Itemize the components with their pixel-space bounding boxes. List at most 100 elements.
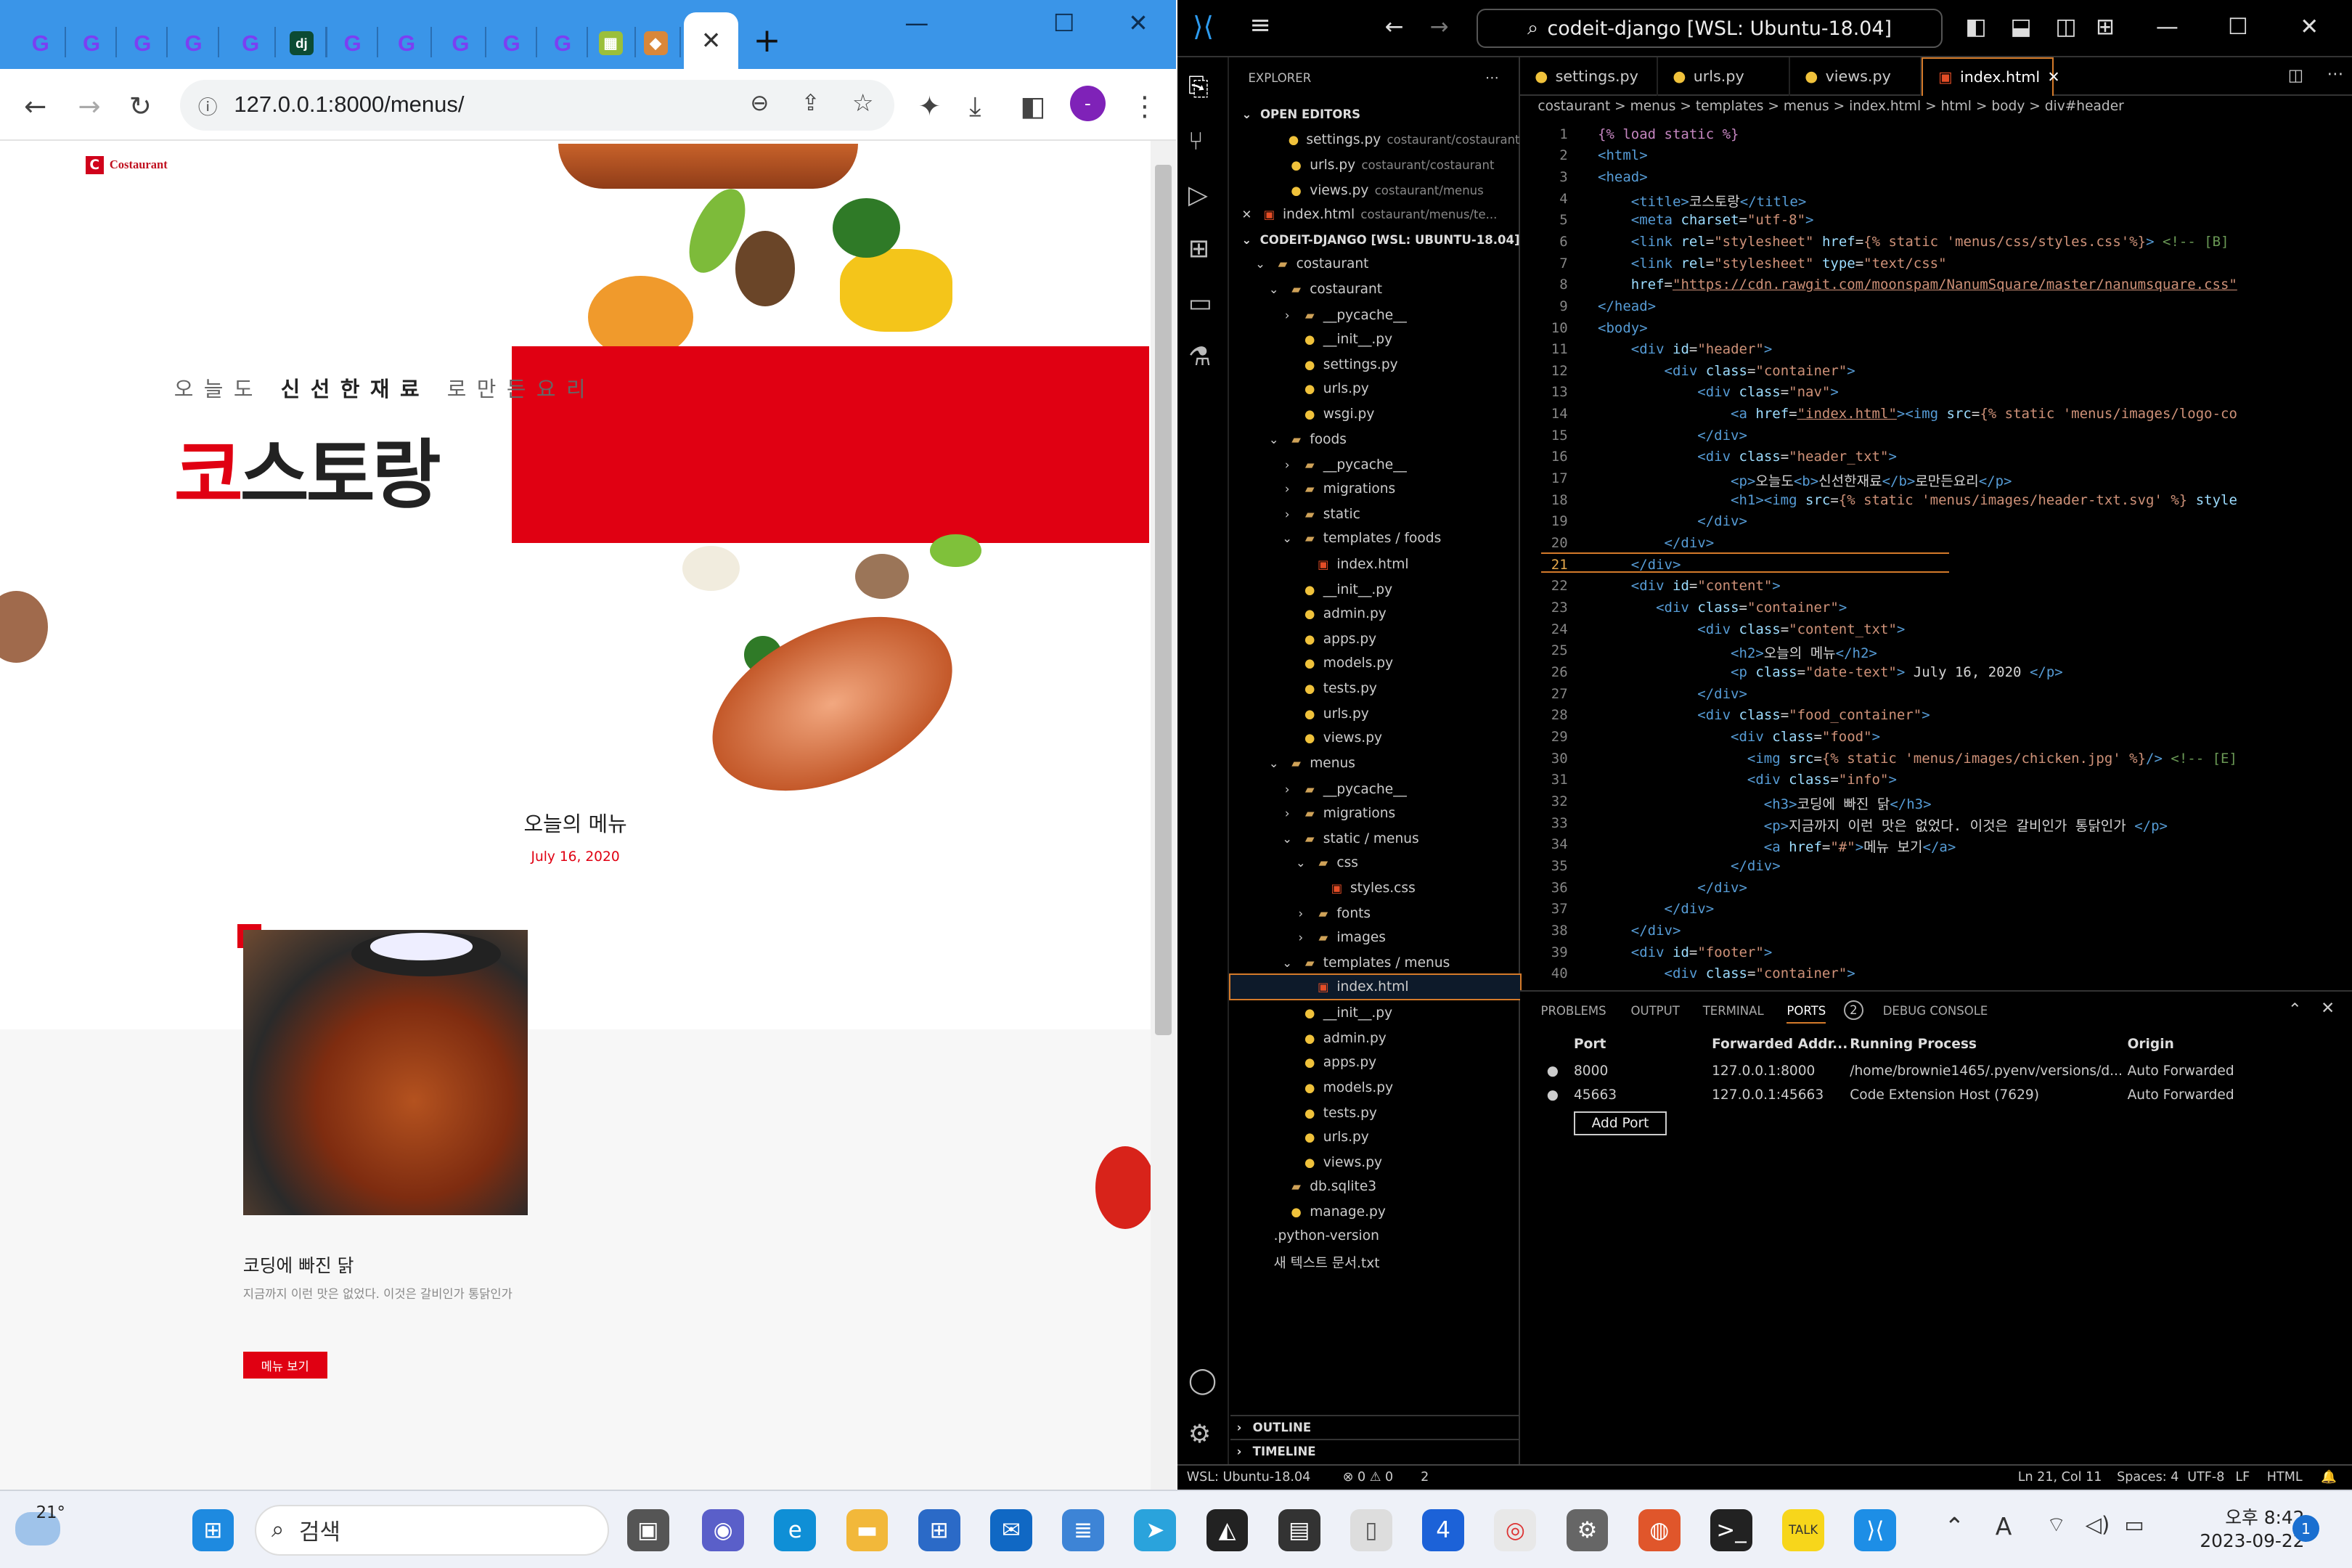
tree-item[interactable]: ⌄ ▰ templates / menus (1230, 951, 1520, 975)
command-center-search[interactable]: ⌕ codeit-django [WSL: Ubuntu-18.04] (1476, 9, 1943, 49)
browser-tab[interactable]: G (381, 18, 433, 69)
ubuntu-icon[interactable]: ◍ (1638, 1509, 1681, 1551)
port-cell-port[interactable]: 45663 (1574, 1087, 1617, 1103)
menu-kebab-icon[interactable]: ⋮ (1131, 90, 1158, 122)
panel-tab-output[interactable]: OUTPUT (1630, 1004, 1679, 1018)
tree-item[interactable]: ● tests.py (1230, 1101, 1520, 1125)
port-cell-origin[interactable]: Auto Forwarded (2128, 1087, 2234, 1103)
tree-item[interactable]: ● settings.py (1230, 353, 1520, 377)
settings-gear-icon[interactable]: ⚙ (1188, 1419, 1212, 1449)
tree-section-header[interactable]: ⌄ CODEIT-DJANGO [WSL: UBUNTU-18.04] (1230, 228, 1519, 252)
toggle-secondary-icon[interactable]: ◫ (2055, 14, 2076, 40)
tree-item[interactable]: ● urls.py (1230, 377, 1520, 401)
extensions-icon[interactable]: ✦ (918, 90, 941, 122)
tree-item[interactable]: .python-version (1230, 1224, 1520, 1248)
wifi-icon[interactable]: ⌔ (2046, 1512, 2066, 1538)
close-window-icon[interactable]: ✕ (2300, 14, 2319, 40)
tree-item[interactable]: › ▰ fonts (1230, 902, 1520, 926)
account-icon[interactable]: ◯ (1188, 1365, 1217, 1395)
tree-item[interactable]: › ▰ images (1230, 926, 1520, 950)
sticky-notes-icon[interactable]: ▤ (1278, 1509, 1320, 1551)
eol[interactable]: LF (2235, 1470, 2250, 1485)
tree-item[interactable]: › ▰ __pycache__ (1230, 303, 1520, 327)
tree-item[interactable]: ⌄ ▰ menus (1230, 751, 1520, 775)
notepad-icon[interactable]: ≣ (1062, 1509, 1105, 1551)
close-window-icon[interactable]: ✕ (1128, 9, 1148, 37)
run-debug-icon[interactable]: ▷ (1188, 180, 1208, 210)
tree-item[interactable]: ● views.py (1230, 726, 1520, 750)
close-tab-icon[interactable]: ✕ (2047, 68, 2059, 86)
start-icon[interactable]: ⊞ (192, 1509, 234, 1551)
app-4-icon[interactable]: 4 (1422, 1509, 1465, 1551)
zoom-icon[interactable]: ⊖ (750, 90, 769, 116)
inkscape-icon[interactable]: ◭ (1206, 1509, 1249, 1551)
site-logo[interactable]: C Costaurant (85, 155, 168, 174)
panel-tab-debug-console[interactable]: DEBUG CONSOLE (1883, 1004, 1988, 1018)
panel-tab-problems[interactable]: PROBLEMS (1540, 1004, 1606, 1018)
new-tab-button[interactable]: + (753, 21, 780, 60)
more-actions-icon[interactable]: ⋯ (1485, 66, 1515, 90)
taskbar-search[interactable]: ⌕ 검색 (255, 1504, 610, 1556)
clock-date[interactable]: 2023-09-22 (2173, 1530, 2304, 1551)
explorer-icon[interactable]: ⎘ (1188, 72, 1209, 102)
notification-badge[interactable]: 1 (2292, 1515, 2320, 1543)
tree-item[interactable]: › ▰ migrations (1230, 801, 1520, 825)
layout-icon[interactable]: ⊞ (2096, 14, 2115, 40)
tab-views-py[interactable]: ● views.py (1790, 57, 1922, 97)
breadcrumb[interactable]: costaurant > menus > templates > menus >… (1538, 99, 2123, 114)
task-view-icon[interactable]: ▣ (626, 1509, 669, 1551)
code-editor[interactable]: 1 {% load static %} 2 <html> 3 <head> 4 <title… (1520, 120, 2352, 982)
indentation[interactable]: Spaces: 4 (2117, 1470, 2179, 1485)
bookmark-star-icon[interactable]: ☆ (852, 89, 874, 117)
tree-item[interactable]: ● apps.py (1230, 627, 1520, 651)
port-cell-addr[interactable]: 127.0.0.1:45663 (1712, 1087, 1824, 1103)
tree-item[interactable]: 새 텍스트 문서.txt (1230, 1250, 1520, 1274)
minimize-icon[interactable]: — (905, 9, 928, 37)
source-control-icon[interactable]: ⑂ (1188, 126, 1204, 156)
browser-tab[interactable]: G (537, 18, 589, 69)
tree-section-header[interactable]: ⌄ OPEN EDITORS (1230, 102, 1520, 126)
tree-item[interactable]: ● views.py (1230, 1151, 1520, 1175)
more-actions-icon[interactable]: ⋯ (2327, 65, 2343, 83)
address-bar[interactable]: ⓘ 127.0.0.1:8000/menus/ ⊖ ⇪ ☆ (180, 79, 894, 131)
panel-tab-terminal[interactable]: TERMINAL (1703, 1004, 1764, 1018)
ports-count[interactable]: 2 (1421, 1470, 1429, 1485)
store-icon[interactable]: ⊞ (918, 1509, 960, 1551)
toggle-sidebar-icon[interactable]: ◧ (1965, 14, 1986, 40)
browser-tab[interactable]: G (435, 18, 486, 69)
timeline-section[interactable]: › TIMELINE (1230, 1438, 1520, 1463)
share-icon[interactable]: ⇪ (801, 90, 820, 116)
remote-indicator[interactable]: WSL: Ubuntu-18.04 (1187, 1470, 1311, 1485)
toggle-panel-icon[interactable]: ⬓ (2010, 14, 2031, 40)
tree-item[interactable]: › ▰ __pycache__ (1230, 453, 1520, 477)
edge-icon[interactable]: e (774, 1509, 817, 1551)
minimize-icon[interactable]: — (2156, 14, 2179, 40)
outline-section[interactable]: › OUTLINE (1230, 1414, 1520, 1439)
browser-tab[interactable]: G (117, 18, 168, 69)
tree-item[interactable]: ● apps.py (1230, 1050, 1520, 1074)
volume-icon[interactable]: ◁) (2086, 1512, 2110, 1537)
clock-time[interactable]: 오후 8:42 (2184, 1503, 2304, 1530)
tree-item[interactable]: ● tests.py (1230, 677, 1520, 701)
tree-item[interactable]: › ▰ migrations (1230, 477, 1520, 501)
mail-icon[interactable]: ✉ (990, 1509, 1032, 1551)
port-cell-proc[interactable]: /home/brownie1465/.pyenv/versions/d... (1850, 1063, 2123, 1079)
tree-item[interactable]: ● urls.py (1230, 1125, 1520, 1149)
chrome-icon[interactable]: ◎ (1494, 1509, 1537, 1551)
chat-icon[interactable]: ◉ (702, 1509, 745, 1551)
tree-item[interactable]: ● manage.py (1230, 1200, 1520, 1224)
settings-gear-icon[interactable]: ⚙ (1566, 1509, 1609, 1551)
reload-icon[interactable]: ↻ (129, 90, 152, 122)
tree-item[interactable]: ⌄ ▰ foods (1230, 428, 1520, 452)
ime-icon[interactable]: A (1996, 1512, 2012, 1540)
nav-back-icon[interactable]: ← (1385, 14, 1404, 40)
file-explorer-icon[interactable]: ▬ (846, 1509, 889, 1551)
browser-tab[interactable]: G (327, 18, 378, 69)
browser-tab[interactable]: ◆ (630, 18, 682, 69)
split-editor-icon[interactable]: ◫ (2288, 66, 2303, 85)
side-panel-icon[interactable]: ◧ (1020, 90, 1045, 122)
tree-item[interactable]: › ▰ static (1230, 502, 1520, 526)
tree-item[interactable]: ● wsgi.py (1230, 402, 1520, 426)
port-cell-origin[interactable]: Auto Forwarded (2128, 1063, 2234, 1079)
tree-item[interactable]: ● admin.py (1230, 602, 1520, 626)
